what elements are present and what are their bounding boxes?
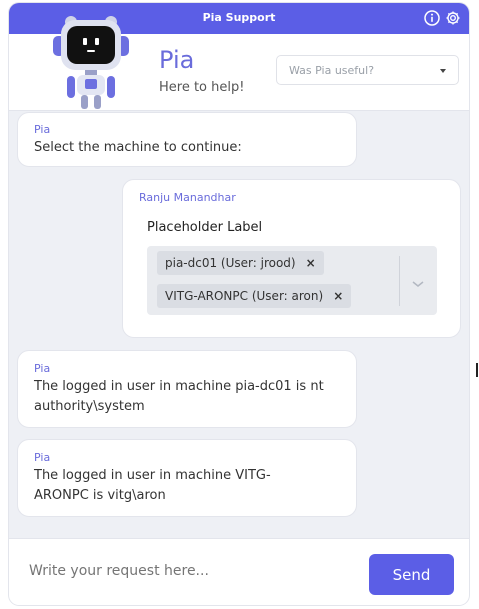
info-icon[interactable] <box>422 8 442 28</box>
bot-subtitle: Here to help! <box>159 80 245 95</box>
gear-icon[interactable] <box>443 8 463 28</box>
bot-message: Pia The logged in user in machine pia-dc… <box>17 350 357 428</box>
remove-chip-icon[interactable]: × <box>306 256 316 270</box>
selected-chip: VITG-ARONPC (User: aron) × <box>157 284 352 308</box>
message-sender: Pia <box>34 451 51 464</box>
feedback-placeholder: Was Pia useful? <box>289 64 375 77</box>
bot-header: Pia Here to help! Was Pia useful? <box>9 16 469 111</box>
bot-name: Pia <box>159 46 195 74</box>
field-label: Placeholder Label <box>147 220 263 235</box>
feedback-dropdown[interactable]: Was Pia useful? <box>276 55 459 85</box>
chevron-down-icon[interactable] <box>411 274 425 293</box>
send-button[interactable]: Send <box>369 554 454 595</box>
message-text: authority\system <box>34 399 145 414</box>
message-text: The logged in user in machine pia-dc01 i… <box>34 379 324 394</box>
bot-message: Pia The logged in user in machine VITG- … <box>17 439 357 517</box>
select-divider <box>399 256 400 306</box>
text-cursor <box>476 363 478 377</box>
robot-avatar <box>51 12 131 112</box>
message-text: Select the machine to continue: <box>34 140 242 155</box>
request-input[interactable] <box>29 563 349 579</box>
chevron-down-icon <box>440 69 446 73</box>
remove-chip-icon[interactable]: × <box>333 289 343 303</box>
chat-window: Pia Support Pia Here to help! Was Pia us… <box>9 3 469 605</box>
message-text: The logged in user in machine VITG- <box>34 468 271 483</box>
bot-message: Pia Select the machine to continue: <box>17 112 357 167</box>
chip-label: VITG-ARONPC (User: aron) <box>165 289 324 303</box>
message-text: ARONPC is vitg\aron <box>34 488 166 503</box>
message-sender: Pia <box>34 362 51 375</box>
reply-sender: Ranju Manandhar <box>139 191 236 204</box>
user-reply-card: Ranju Manandhar Placeholder Label pia-dc… <box>122 179 461 338</box>
machine-multiselect[interactable]: pia-dc01 (User: jrood) × VITG-ARONPC (Us… <box>147 246 437 315</box>
message-sender: Pia <box>34 123 51 136</box>
chip-label: pia-dc01 (User: jrood) <box>165 256 296 270</box>
composer: Send <box>9 538 469 605</box>
selected-chip: pia-dc01 (User: jrood) × <box>157 251 324 275</box>
